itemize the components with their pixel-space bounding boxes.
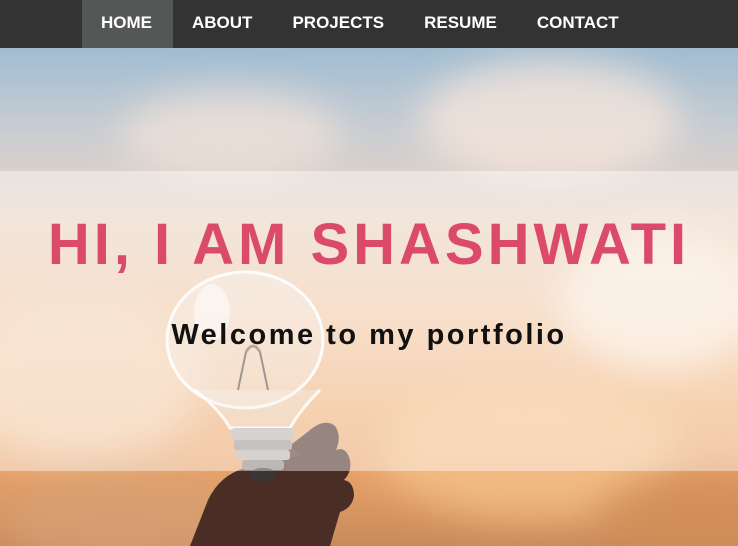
navbar: HOME ABOUT PROJECTS RESUME CONTACT — [0, 0, 738, 48]
hero-title: HI, I AM SHASHWATI — [47, 212, 691, 277]
page: HI, I AM SHASHWATI Welcome to my portfol… — [0, 0, 738, 546]
cloud-decoration — [120, 90, 340, 180]
nav-item-about[interactable]: ABOUT — [173, 0, 273, 48]
hero-subtitle: Welcome to my portfolio — [171, 319, 567, 351]
nav-item-contact[interactable]: CONTACT — [518, 0, 640, 48]
nav-item-projects[interactable]: PROJECTS — [273, 0, 405, 48]
nav-menu: HOME ABOUT PROJECTS RESUME CONTACT — [82, 0, 640, 48]
nav-item-home[interactable]: HOME — [82, 0, 173, 48]
nav-item-resume[interactable]: RESUME — [405, 0, 518, 48]
cloud-decoration — [420, 60, 680, 180]
